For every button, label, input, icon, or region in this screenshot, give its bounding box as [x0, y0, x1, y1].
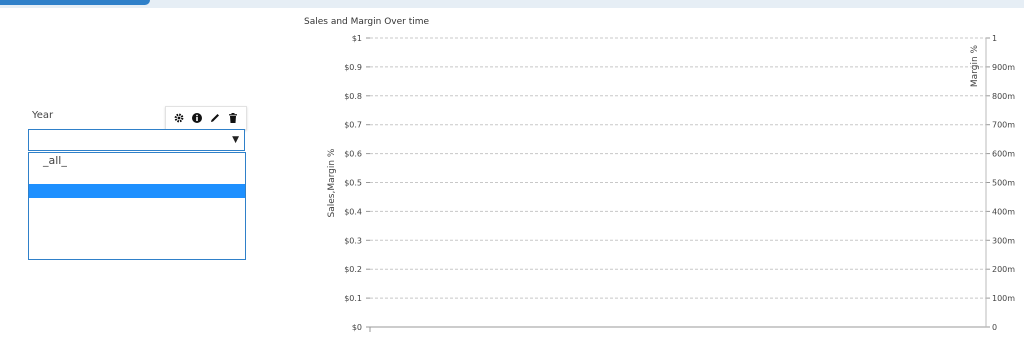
y2-tick-label: 600m	[992, 150, 1015, 159]
y2-tick-label: 400m	[992, 207, 1015, 216]
y-tick-label: $0.7	[344, 121, 362, 130]
y2-tick-label: 200m	[992, 265, 1015, 274]
y-tick-label: $0.2	[344, 265, 362, 274]
y2-tick-label: 300m	[992, 236, 1015, 245]
y2-tick-label: 800m	[992, 92, 1015, 101]
y2-axis-title: Margin %	[970, 44, 980, 87]
y2-tick-label: 0	[992, 323, 997, 332]
y2-tick-label: 100m	[992, 294, 1015, 303]
y2-tick-label: 1	[992, 34, 997, 43]
y2-tick-label: 700m	[992, 121, 1015, 130]
sales-margin-chart: $0 0 $0.1 100m $0.2 200m $0.3 300m $0.4 400m $0.5 5…	[327, 34, 1015, 332]
y-tick-label: $0.8	[344, 92, 362, 101]
y-tick-label: $0	[352, 323, 362, 332]
y-tick-label: $0.3	[344, 236, 362, 245]
y-tick-label: $0.5	[344, 179, 362, 188]
y2-tick-label: 900m	[992, 63, 1015, 72]
y-tick-label: $0.6	[344, 150, 362, 159]
y2-tick-label: 500m	[992, 179, 1015, 188]
y-axis-title: Sales,Margin %	[327, 148, 337, 217]
y-tick-label: $0.1	[344, 294, 362, 303]
y-tick-label: $1	[352, 34, 362, 43]
y-tick-label: $0.4	[344, 207, 362, 216]
y-tick-label: $0.9	[344, 63, 362, 72]
